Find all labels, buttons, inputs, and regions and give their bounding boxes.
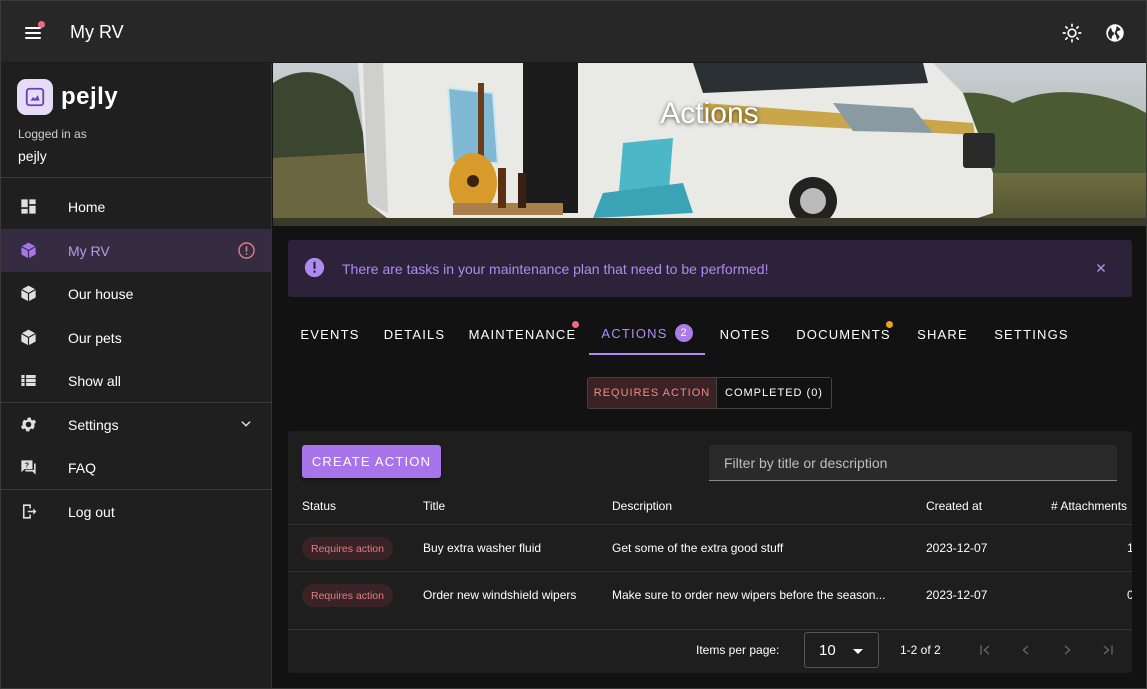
dashboard-icon	[21, 199, 36, 214]
maintenance-alert: There are tasks in your maintenance plan…	[288, 240, 1132, 297]
row-created-at: 2023-12-07	[926, 541, 988, 555]
count-badge: 2	[674, 324, 693, 342]
brand-name: pejly	[61, 83, 119, 110]
row-created-at: 2023-12-07	[926, 588, 988, 602]
column-header-description[interactable]: Description	[612, 499, 672, 513]
tab-details[interactable]: DETAILS	[372, 313, 457, 355]
sidebar-item-settings[interactable]: Settings	[1, 403, 271, 446]
tab-maintenance[interactable]: MAINTENANCE	[457, 313, 588, 355]
tab-label: ACTIONS	[601, 325, 668, 341]
sidebar-item-label: Our house	[68, 285, 134, 302]
sidebar-item-home[interactable]: Home	[1, 185, 271, 228]
column-header-created-at[interactable]: Created at	[926, 499, 982, 513]
sidebar-item-our-pets[interactable]: Our pets	[1, 316, 271, 359]
tab-bar: EVENTS DETAILS MAINTENANCE ACTIONS 2 NOT…	[288, 313, 1132, 355]
chevron-down-icon[interactable]	[239, 417, 253, 431]
requires-action-toggle[interactable]: REQUIRES ACTION	[588, 378, 717, 408]
items-per-page-label: Items per page:	[696, 643, 780, 657]
alert-info-icon	[304, 257, 325, 278]
gear-icon	[20, 417, 37, 432]
status-badge: Requires action	[302, 584, 393, 607]
row-attachments: 1	[1127, 541, 1132, 555]
row-title: Order new windshield wipers	[423, 588, 577, 602]
sidebar-item-my-rv[interactable]: My RV	[1, 229, 271, 272]
top-app-bar: My RV	[1, 1, 1146, 63]
sidebar: pejly Logged in as pejly Home My RV Our …	[1, 63, 272, 688]
rv-camping-photo	[273, 63, 1146, 226]
sidebar-item-log-out[interactable]: Log out	[1, 490, 271, 533]
logged-in-username: pejly	[18, 148, 47, 164]
app-window: My RV pejly Logged in as pejly Home My R…	[0, 0, 1147, 689]
sidebar-item-label: Settings	[68, 416, 119, 433]
hero-banner: Actions	[273, 63, 1146, 226]
paginator: Items per page: 10 1-2 of 2	[288, 629, 1132, 669]
pejly-logo-icon	[17, 79, 53, 115]
last-page-icon[interactable]	[1100, 642, 1116, 658]
cube-icon	[21, 329, 36, 346]
theme-toggle-icon[interactable]	[1061, 22, 1083, 44]
main-content: Actions There are tasks in your maintena…	[273, 63, 1146, 688]
sidebar-item-faq[interactable]: ? FAQ	[1, 446, 271, 489]
sidebar-item-label: Home	[68, 198, 106, 215]
language-globe-icon[interactable]	[1104, 22, 1126, 44]
status-badge: Requires action	[302, 537, 393, 560]
alert-message: There are tasks in your maintenance plan…	[342, 261, 769, 277]
column-header-status[interactable]: Status	[302, 499, 336, 513]
page-range-label: 1-2 of 2	[900, 643, 941, 657]
create-action-button[interactable]: CREATE ACTION	[302, 445, 441, 478]
tab-actions[interactable]: ACTIONS 2	[589, 313, 705, 355]
svg-text:?: ?	[25, 462, 29, 470]
list-icon	[21, 374, 36, 387]
items-per-page-value: 10	[819, 642, 836, 659]
notification-dot	[572, 321, 579, 328]
app-title: My RV	[70, 22, 124, 42]
tab-label: DOCUMENTS	[796, 326, 891, 342]
table-row[interactable]: Requires action Buy extra washer fluid G…	[288, 524, 1132, 571]
row-title: Buy extra washer fluid	[423, 541, 542, 555]
column-header-attachments[interactable]: # Attachments	[1051, 499, 1127, 513]
row-description: Make sure to order new wipers before the…	[612, 588, 886, 602]
tab-settings[interactable]: SETTINGS	[983, 313, 1080, 355]
tab-documents[interactable]: DOCUMENTS	[785, 313, 902, 355]
logged-in-label: Logged in as	[18, 127, 87, 141]
forum-icon: ?	[21, 460, 36, 475]
brand: pejly	[17, 79, 118, 115]
menu-icon[interactable]	[19, 21, 47, 45]
notification-dot	[886, 321, 893, 328]
sidebar-item-label: FAQ	[68, 459, 97, 476]
next-page-icon[interactable]	[1059, 642, 1075, 658]
sidebar-item-label: Show all	[68, 372, 121, 389]
tab-label: MAINTENANCE	[468, 326, 577, 342]
items-per-page-select[interactable]: 10	[804, 632, 879, 668]
page-title: Actions	[660, 97, 759, 130]
caret-down-icon	[853, 649, 863, 654]
sidebar-item-label: My RV	[68, 242, 110, 259]
first-page-icon[interactable]	[977, 642, 993, 658]
cube-icon	[21, 242, 36, 259]
tab-events[interactable]: EVENTS	[288, 313, 372, 355]
tab-notes[interactable]: NOTES	[705, 313, 785, 355]
table-row[interactable]: Requires action Order new windshield wip…	[288, 571, 1132, 618]
notification-dot	[38, 21, 45, 28]
previous-page-icon[interactable]	[1018, 642, 1034, 658]
sidebar-item-show-all[interactable]: Show all	[1, 359, 271, 402]
logout-icon	[22, 504, 37, 519]
cube-icon	[21, 285, 36, 302]
row-description: Get some of the extra good stuff	[612, 541, 784, 555]
column-header-title[interactable]: Title	[423, 499, 445, 513]
sidebar-item-label: Log out	[68, 503, 115, 520]
alert-circle-icon	[238, 242, 255, 259]
actions-table-card: CREATE ACTION Status Title Description C…	[288, 431, 1132, 673]
filter-field	[709, 445, 1117, 481]
close-icon[interactable]	[1094, 261, 1108, 275]
sidebar-item-our-house[interactable]: Our house	[1, 272, 271, 315]
row-attachments: 0	[1127, 588, 1132, 602]
completed-toggle[interactable]: COMPLETED (0)	[717, 378, 831, 408]
sidebar-item-label: Our pets	[68, 329, 122, 346]
filter-input[interactable]	[709, 445, 1117, 480]
status-toggle-group: REQUIRES ACTION COMPLETED (0)	[587, 377, 832, 409]
divider	[1, 177, 271, 178]
tab-share[interactable]: SHARE	[902, 313, 983, 355]
